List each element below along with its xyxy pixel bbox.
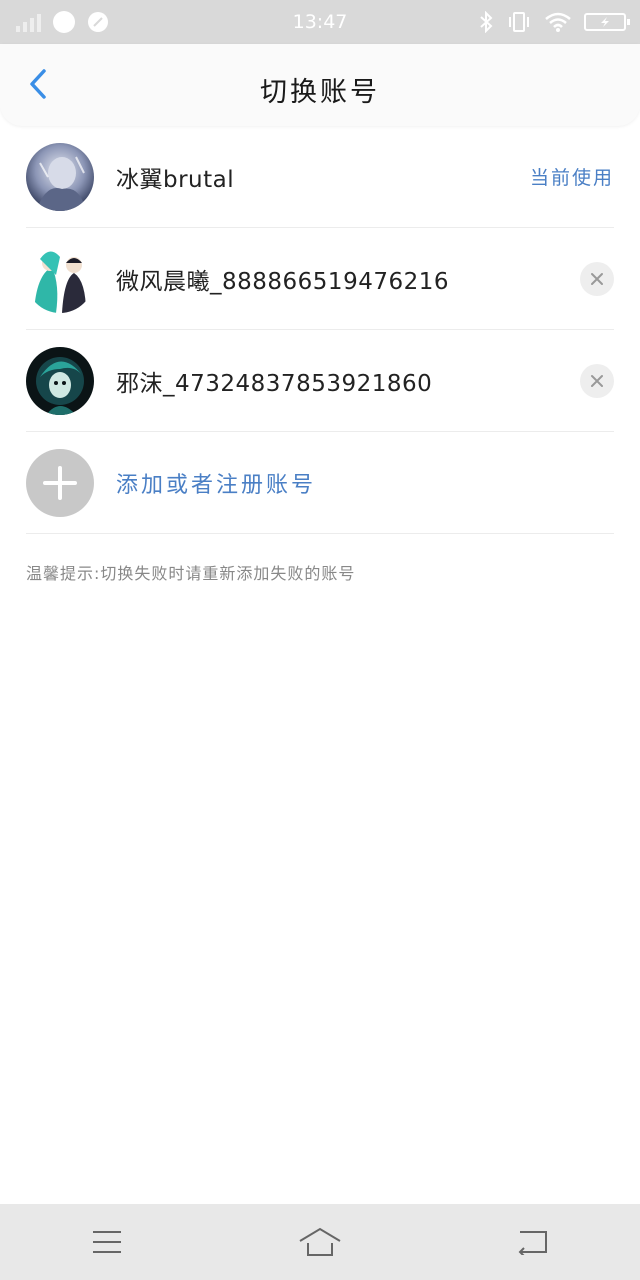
account-name: 邪沫_47324837853921860 [116, 370, 433, 397]
avatar [26, 244, 94, 313]
account-row[interactable]: 微风晨曦_888866519476216 [26, 228, 614, 330]
current-use-label: 当前使用 [529, 167, 614, 189]
status-right [478, 11, 630, 33]
signal-icon [16, 12, 41, 32]
wifi-icon [545, 12, 571, 32]
add-account-row[interactable]: 添加或者注册账号 [26, 432, 614, 534]
home-button[interactable] [280, 1212, 360, 1272]
account-name: 冰翼brutal [116, 166, 235, 193]
remove-account-button[interactable] [580, 261, 614, 296]
bluetooth-icon [480, 11, 493, 33]
menu-icon [92, 1231, 121, 1253]
back-icon [518, 1231, 548, 1255]
account-row-current[interactable]: 冰翼brutal 当前使用 [26, 126, 614, 228]
menu-button[interactable] [67, 1212, 147, 1272]
avatar [26, 142, 94, 211]
navigation-bar [0, 1204, 640, 1280]
account-name: 微风晨曦_888866519476216 [116, 268, 449, 295]
close-icon [591, 272, 603, 285]
account-list: 冰翼brutal 当前使用 微风晨曦_888866519476216 邪沫_47… [0, 126, 640, 534]
clock-icon [88, 12, 108, 32]
plus-icon [26, 448, 94, 517]
header: 切换账号 [0, 44, 640, 126]
remove-account-button[interactable] [580, 363, 614, 398]
chat-bubble-icon [53, 11, 75, 33]
close-icon [591, 374, 603, 387]
page-title: 切换账号 [260, 77, 380, 108]
back-nav-button[interactable] [493, 1212, 573, 1272]
add-account-label: 添加或者注册账号 [116, 472, 317, 498]
account-row[interactable]: 邪沫_47324837853921860 [26, 330, 614, 432]
tip-text: 温馨提示:切换失败时请重新添加失败的账号 [26, 564, 356, 583]
battery-charging-icon [584, 13, 630, 31]
home-icon [299, 1227, 341, 1256]
status-bar: 13:47 [0, 0, 640, 44]
vibrate-icon [509, 12, 529, 32]
avatar [26, 346, 94, 415]
status-left [16, 11, 109, 33]
